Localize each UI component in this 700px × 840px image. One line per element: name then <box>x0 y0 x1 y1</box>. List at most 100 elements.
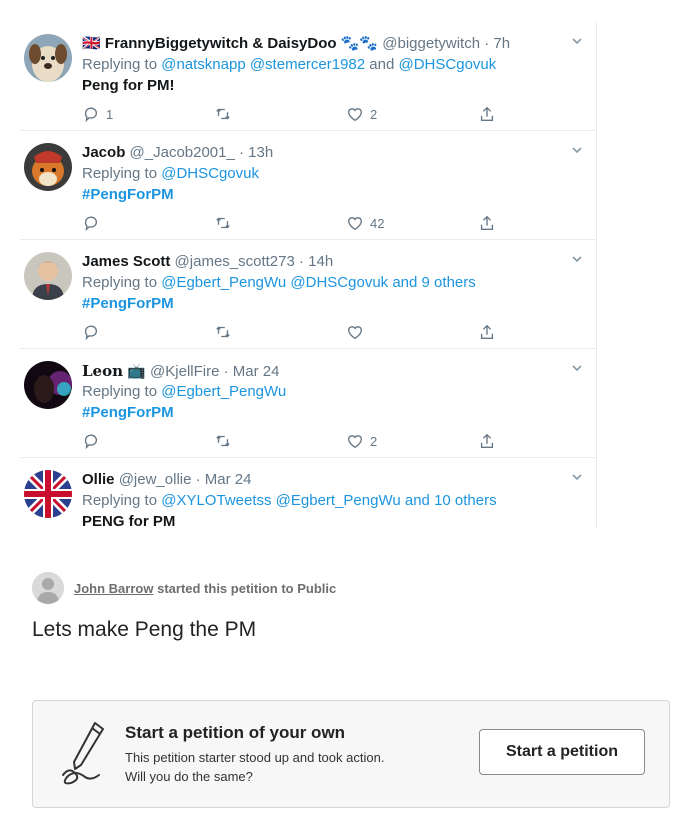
reply-icon <box>84 325 98 341</box>
tweet-text: PENG for PM <box>82 513 176 528</box>
share-button[interactable] <box>478 431 496 451</box>
replying-to: Replying to @Egbert_PengWu @DHSCgovuk an… <box>82 273 476 293</box>
user-handle[interactable]: @_Jacob2001_ <box>130 144 235 161</box>
petition-title: Lets make Peng the PM <box>32 618 257 641</box>
union-jack-avatar-icon[interactable] <box>24 470 72 518</box>
and-text[interactable]: and <box>405 492 430 509</box>
dog-avatar-icon[interactable] <box>24 34 72 82</box>
mention-tail[interactable]: @DHSCgovuk <box>399 56 497 73</box>
timestamp[interactable]: · Mar 24 <box>196 471 252 488</box>
petition-starter: John Barrow started this petition to Pub… <box>32 572 336 604</box>
retweet-button[interactable] <box>214 431 238 451</box>
replying-prefix: Replying to <box>82 56 158 73</box>
cta-heading: Start a petition of your own <box>125 723 346 742</box>
person-avatar-icon[interactable] <box>24 252 72 300</box>
like-count: 2 <box>370 433 378 449</box>
user-handle[interactable]: @james_scott273 <box>175 253 295 270</box>
user-avatar-icon <box>32 572 64 604</box>
starter-name-link[interactable]: John Barrow <box>74 581 153 596</box>
user-handle[interactable]: @biggetywitch <box>382 35 480 52</box>
like-button[interactable]: 2 <box>346 431 377 451</box>
reply-button[interactable] <box>82 322 106 342</box>
like-button[interactable]: 2 <box>346 104 377 124</box>
starter-credit: John Barrow started this petition to Pub… <box>74 581 336 596</box>
started-text: started this petition to Public <box>157 580 337 596</box>
cta-description: This petition starter stood up and took … <box>125 750 385 765</box>
chevron-down-icon[interactable] <box>570 34 584 48</box>
retweet-icon <box>216 435 230 447</box>
and-text[interactable]: and <box>392 274 417 291</box>
reply-button[interactable] <box>82 431 106 451</box>
tweet-header: 🇬🇧 FrannyBiggetywitch & DaisyDoo 🐾🐾 @big… <box>82 34 510 54</box>
replying-to: Replying to @DHSCgovuk <box>82 164 259 184</box>
retweet-icon <box>216 217 230 229</box>
display-name[interactable]: Leon <box>82 362 123 380</box>
mention-links[interactable]: @DHSCgovuk <box>161 165 259 182</box>
reply-button[interactable]: 1 <box>82 104 113 124</box>
display-name[interactable]: Ollie <box>82 471 115 488</box>
retweet-button[interactable] <box>214 322 238 342</box>
tweet-actions: 1 2 <box>82 104 522 126</box>
share-icon <box>480 433 494 448</box>
name-emoji: 🐾🐾 <box>340 35 379 52</box>
mention-tail[interactable]: 9 others <box>422 274 476 291</box>
hashtag-link[interactable]: #PengForPM <box>82 294 174 314</box>
timestamp[interactable]: · 14h <box>299 253 333 270</box>
mention-links[interactable]: @Egbert_PengWu @DHSCgovuk <box>161 274 388 291</box>
start-petition-button[interactable]: Start a petition <box>479 729 645 775</box>
tweet-actions: 2 <box>82 431 522 453</box>
user-handle[interactable]: @jew_ollie <box>119 471 192 488</box>
chevron-down-icon[interactable] <box>570 470 584 484</box>
hashtag-link[interactable]: #PengForPM <box>82 185 174 205</box>
heart-icon <box>348 108 362 122</box>
tweet[interactable]: 🇬🇧 FrannyBiggetywitch & DaisyDoo 🐾🐾 @big… <box>20 22 596 131</box>
display-name[interactable]: FrannyBiggetywitch & DaisyDoo <box>105 35 337 52</box>
mention-tail[interactable]: 10 others <box>434 492 497 509</box>
replying-prefix: Replying to <box>82 492 158 509</box>
tv-emoji: 📺 <box>127 363 146 380</box>
heart-icon <box>348 326 362 340</box>
tweet-header: James Scott @james_scott273 · 14h <box>82 252 333 272</box>
chevron-down-icon[interactable] <box>570 361 584 375</box>
dark-avatar-icon[interactable] <box>24 361 72 409</box>
display-name[interactable]: Jacob <box>82 144 125 161</box>
timestamp[interactable]: · 13h <box>239 144 273 161</box>
display-name[interactable]: James Scott <box>82 253 170 270</box>
cta-question: Will you do the same? <box>125 769 253 784</box>
heart-icon <box>348 217 362 231</box>
like-button[interactable]: 42 <box>346 213 384 233</box>
share-button[interactable] <box>478 322 496 342</box>
share-button[interactable] <box>478 213 496 233</box>
tweet-thread: 🇬🇧 FrannyBiggetywitch & DaisyDoo 🐾🐾 @big… <box>20 22 597 528</box>
and-text: and <box>369 56 395 73</box>
pen-signature-icon <box>62 722 104 785</box>
replying-prefix: Replying to <box>82 165 158 182</box>
retweet-button[interactable] <box>214 213 238 233</box>
tweet-header: Ollie @jew_ollie · Mar 24 <box>82 470 251 490</box>
mention-links[interactable]: @Egbert_PengWu <box>161 383 286 400</box>
mention-links[interactable]: @natsknapp @stemercer1982 <box>161 56 365 73</box>
share-button[interactable] <box>478 104 496 124</box>
reply-button[interactable] <box>82 213 106 233</box>
tweet[interactable]: Ollie @jew_ollie · Mar 24 Replying to @X… <box>20 458 596 528</box>
retweet-icon <box>216 326 230 338</box>
chevron-down-icon[interactable] <box>570 143 584 157</box>
chevron-down-icon[interactable] <box>570 252 584 266</box>
timestamp[interactable]: · 7h <box>484 35 510 52</box>
replying-prefix: Replying to <box>82 383 158 400</box>
tweet[interactable]: James Scott @james_scott273 · 14h Replyi… <box>20 240 596 349</box>
tweet-header: Jacob @_Jacob2001_ · 13h <box>82 143 273 163</box>
user-handle[interactable]: @KjellFire <box>150 363 219 380</box>
tweet[interactable]: Leon 📺 @KjellFire · Mar 24 Replying to @… <box>20 349 596 458</box>
shiba-avatar-icon[interactable] <box>24 143 72 191</box>
like-button[interactable] <box>346 322 370 342</box>
hashtag-link[interactable]: #PengForPM <box>82 403 174 423</box>
like-count: 42 <box>370 215 385 231</box>
tweet[interactable]: Jacob @_Jacob2001_ · 13h Replying to @DH… <box>20 131 596 240</box>
retweet-button[interactable] <box>214 104 238 124</box>
timestamp[interactable]: · Mar 24 <box>224 363 280 380</box>
share-icon <box>480 215 494 230</box>
mention-links[interactable]: @XYLOTweetss @Egbert_PengWu <box>161 492 400 509</box>
replying-to: Replying to @XYLOTweetss @Egbert_PengWu … <box>82 491 497 511</box>
reply-icon <box>84 216 98 232</box>
